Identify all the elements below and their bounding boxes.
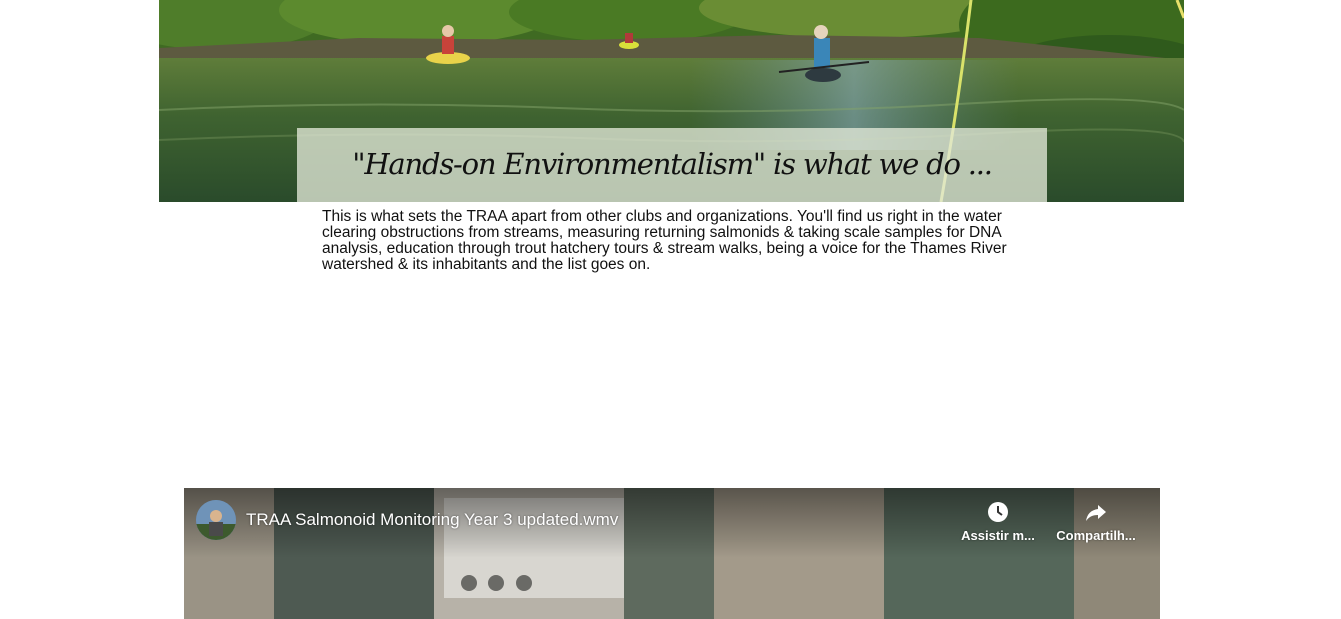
hero-caption: "Hands-on Environmentalism" is what we d… <box>352 147 993 181</box>
video-title[interactable]: TRAA Salmonoid Monitoring Year 3 updated… <box>246 510 618 530</box>
share-arrow-icon <box>1086 505 1106 521</box>
hero-banner: "Hands-on Environmentalism" is what we d… <box>159 0 1184 202</box>
page: "Hands-on Environmentalism" is what we d… <box>0 0 1341 619</box>
channel-avatar[interactable] <box>196 500 236 540</box>
clock-icon <box>988 502 1008 522</box>
watch-later-button[interactable]: Assistir m... <box>958 500 1038 543</box>
intro-paragraph: This is what sets the TRAA apart from ot… <box>322 208 1007 273</box>
watch-later-label: Assistir m... <box>961 528 1035 543</box>
video-top-bar: TRAA Salmonoid Monitoring Year 3 updated… <box>184 488 1160 558</box>
share-label: Compartilh... <box>1056 528 1136 543</box>
video-embed[interactable]: TRAA Salmonoid Monitoring Year 3 updated… <box>184 488 1160 619</box>
hero-caption-box: "Hands-on Environmentalism" is what we d… <box>297 128 1047 202</box>
share-button[interactable]: Compartilh... <box>1056 500 1136 543</box>
